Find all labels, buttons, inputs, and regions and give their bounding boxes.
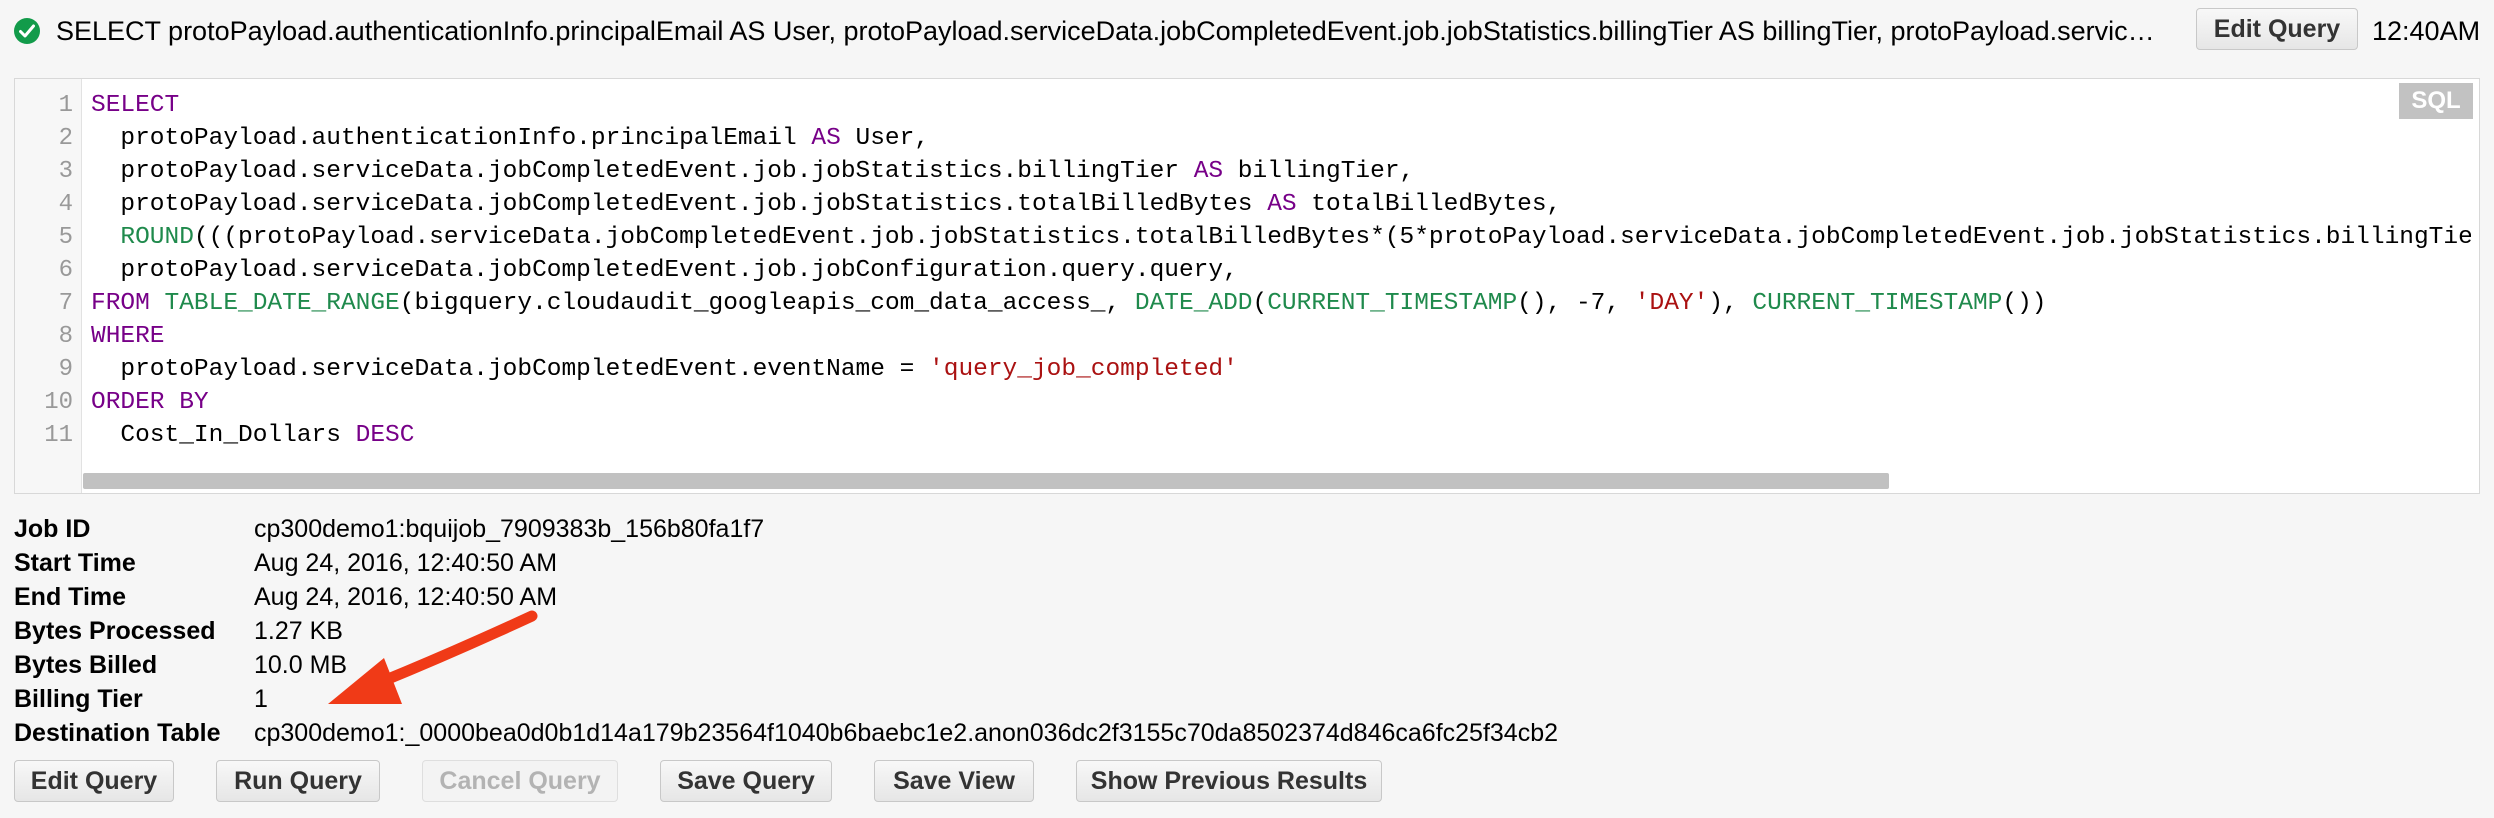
- billing-tier-label: Billing Tier: [14, 685, 143, 713]
- code-line[interactable]: FROM TABLE_DATE_RANGE(bigquery.cloudaudi…: [91, 287, 2046, 320]
- line-number: 9: [58, 356, 73, 383]
- sql-function: DATE_ADD: [1134, 290, 1253, 317]
- sql-text: protoPayload.serviceData.jobCompletedEve…: [91, 356, 930, 383]
- sql-text: User,: [840, 125, 930, 152]
- job-id-label: Job ID: [14, 515, 91, 543]
- sql-text: protoPayload.serviceData.jobCompletedEve…: [91, 158, 1194, 185]
- success-check-icon: [14, 18, 40, 44]
- destination-table-value[interactable]: cp300demo1:_0000bea0d0b1d14a179b23564f10…: [254, 716, 1558, 750]
- sql-keyword: FROM: [91, 290, 165, 317]
- sql-function: ROUND: [91, 224, 194, 251]
- line-number: 10: [44, 389, 73, 416]
- sql-text: Cost_In_Dollars: [91, 422, 356, 449]
- bytes-billed-label: Bytes Billed: [14, 651, 158, 679]
- sql-editor[interactable]: 1 2 3 4 5 6 7 8 9 10 11 SELECT protoPayl…: [14, 78, 2480, 494]
- sql-function: CURRENT_TIMESTAMP: [1752, 290, 2003, 317]
- job-id-value: cp300demo1:bquijob_7909383b_156b80fa1f7: [254, 515, 765, 543]
- sql-keyword: AS: [811, 125, 841, 152]
- query-time: 12:40AM: [2372, 16, 2481, 46]
- sql-keyword: SELECT: [91, 92, 180, 119]
- code-line[interactable]: WHERE: [91, 320, 165, 353]
- sql-function: TABLE_DATE_RANGE: [164, 290, 400, 317]
- code-line[interactable]: SELECT: [91, 89, 179, 122]
- line-number: 8: [58, 323, 73, 350]
- save-view-button[interactable]: Save View: [874, 760, 1034, 802]
- sql-string: 'DAY': [1634, 290, 1709, 317]
- sql-text: protoPayload.serviceData.jobCompletedEve…: [91, 257, 1238, 284]
- line-number: 6: [58, 257, 73, 284]
- query-summary[interactable]: SELECT protoPayload.authenticationInfo.p…: [56, 14, 2166, 48]
- destination-table-label: Destination Table: [14, 719, 221, 747]
- line-number: 2: [58, 125, 73, 152]
- sql-function: CURRENT_TIMESTAMP: [1267, 290, 1518, 317]
- sql-mode-badge: SQL: [2399, 83, 2473, 119]
- line-number: 11: [44, 422, 73, 449]
- run-query-button[interactable]: Run Query: [216, 760, 380, 802]
- sql-text: (: [1252, 290, 1268, 317]
- code-line[interactable]: protoPayload.serviceData.jobCompletedEve…: [91, 254, 1238, 287]
- end-time-label: End Time: [14, 583, 127, 611]
- sql-text: billingTier,: [1223, 158, 1415, 185]
- sql-keyword: DESC: [355, 422, 415, 449]
- annotation-arrow-icon: [328, 610, 538, 704]
- sql-text: (bigquery.cloudaudit_googleapis_com_data…: [399, 290, 1135, 317]
- sql-text: ),: [1708, 290, 1753, 317]
- edit-query-button[interactable]: Edit Query: [14, 760, 174, 802]
- start-time-label: Start Time: [14, 549, 136, 577]
- query-header: SELECT protoPayload.authenticationInfo.p…: [0, 0, 2494, 60]
- sql-keyword: ORDER BY: [91, 389, 209, 416]
- horizontal-scrollbar[interactable]: [83, 473, 1889, 489]
- sql-text: (), -7,: [1517, 290, 1635, 317]
- sql-text: ()): [2002, 290, 2047, 317]
- billing-tier-value: 1: [254, 685, 268, 713]
- show-previous-results-button[interactable]: Show Previous Results: [1076, 760, 1382, 802]
- sql-text: protoPayload.authenticationInfo.principa…: [91, 125, 812, 152]
- code-line[interactable]: protoPayload.serviceData.jobCompletedEve…: [91, 188, 1561, 221]
- bytes-processed-label: Bytes Processed: [14, 617, 216, 645]
- sql-code[interactable]: SELECT protoPayload.authenticationInfo.p…: [91, 89, 2471, 469]
- cancel-query-button[interactable]: Cancel Query: [422, 760, 618, 802]
- code-line[interactable]: ORDER BY: [91, 386, 209, 419]
- save-query-button[interactable]: Save Query: [660, 760, 832, 802]
- sql-text: (((protoPayload.serviceData.jobCompleted…: [193, 224, 2471, 251]
- sql-string: 'query_job_completed': [929, 356, 1238, 383]
- sql-keyword: AS: [1193, 158, 1224, 185]
- line-number: 5: [58, 224, 73, 251]
- code-line[interactable]: protoPayload.authenticationInfo.principa…: [91, 122, 929, 155]
- line-number: 4: [58, 191, 73, 218]
- start-time-value: Aug 24, 2016, 12:40:50 AM: [254, 549, 558, 577]
- sql-keyword: AS: [1267, 191, 1297, 218]
- code-line[interactable]: ROUND(((protoPayload.serviceData.jobComp…: [91, 221, 2471, 254]
- sql-text: totalBilledBytes,: [1296, 191, 1562, 218]
- sql-keyword: WHERE: [91, 323, 165, 350]
- header-edit-query-button[interactable]: Edit Query: [2196, 8, 2358, 50]
- line-number-gutter: 1 2 3 4 5 6 7 8 9 10 11: [15, 79, 82, 493]
- line-number: 3: [58, 158, 73, 185]
- sql-text: protoPayload.serviceData.jobCompletedEve…: [91, 191, 1268, 218]
- line-number: 1: [58, 92, 73, 119]
- line-number: 7: [58, 290, 73, 317]
- code-line[interactable]: protoPayload.serviceData.jobCompletedEve…: [91, 353, 1238, 386]
- code-line[interactable]: Cost_In_Dollars DESC: [91, 419, 414, 452]
- code-line[interactable]: protoPayload.serviceData.jobCompletedEve…: [91, 155, 1414, 188]
